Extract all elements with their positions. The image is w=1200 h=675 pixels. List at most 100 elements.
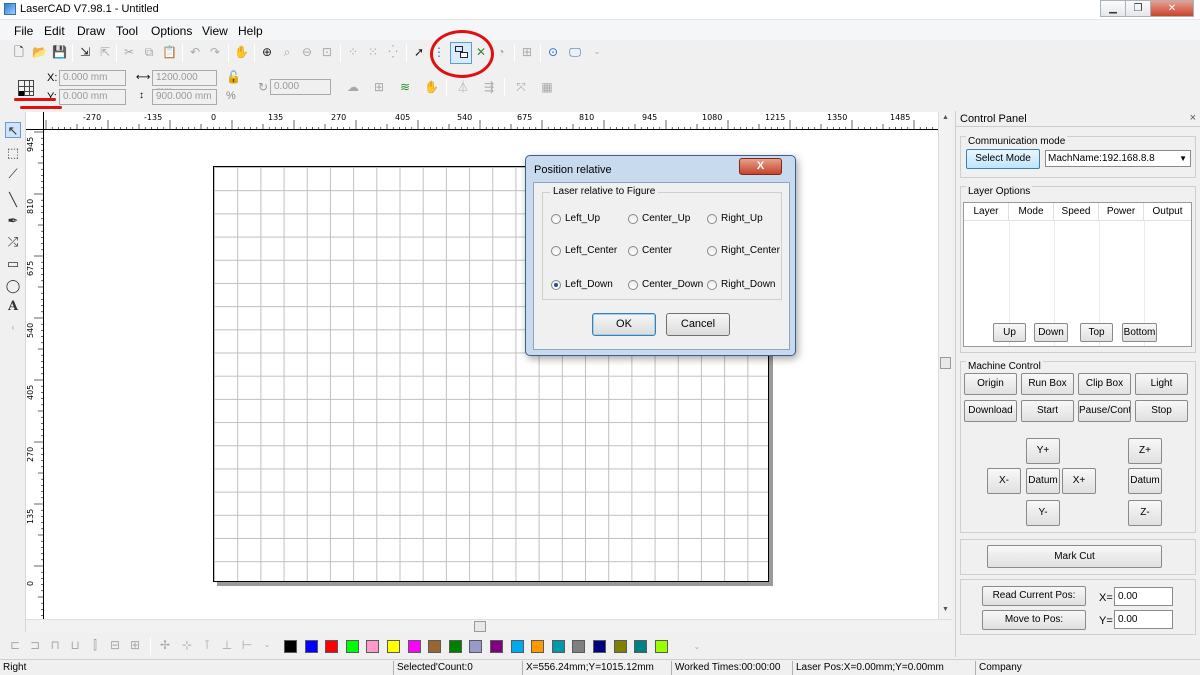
radio-left-center[interactable]: Left_Center [551,245,617,256]
origin-button[interactable]: Origin [964,373,1017,395]
output-icon[interactable]: ⊞ [520,45,534,59]
menu-file[interactable]: File [14,24,33,38]
open-file-icon[interactable]: 📂 [32,45,47,59]
color-swatch[interactable] [448,640,462,653]
color-swatch[interactable] [613,640,627,653]
clip-box-button[interactable]: Clip Box [1078,373,1131,395]
light-button[interactable]: Light [1135,373,1188,395]
jog-y-minus-button[interactable]: Y- [1026,500,1060,526]
align-center-v-icon[interactable]: ⫿ [88,638,102,652]
undo-icon[interactable]: ↶ [188,45,202,59]
same-width-icon[interactable]: ✢ [158,638,172,652]
percent-toggle[interactable]: % [226,90,236,102]
stop-button[interactable]: Stop [1135,400,1188,422]
hatch-icon[interactable]: ▦ [540,80,554,94]
reference-point-icon[interactable] [18,80,34,96]
radio-center-up[interactable]: Center_Up [628,213,690,224]
jog-z-minus-button[interactable]: Z- [1128,500,1162,526]
download-button[interactable]: Download [964,400,1017,422]
strip-overflow-icon[interactable]: ‹ [5,320,21,336]
color-swatch[interactable] [572,640,586,653]
align-left-icon[interactable]: ⊏ [8,638,22,652]
menu-draw[interactable]: Draw [77,24,105,38]
rectangle-tool-icon[interactable]: ▭ [5,256,21,272]
radio-center[interactable]: Center [628,245,672,256]
cut-path-icon[interactable]: ➚ [412,45,426,59]
y-position-field[interactable]: 0.000 mm [59,89,126,105]
jog-x-plus-button[interactable]: X+ [1062,468,1096,494]
color-swatch[interactable] [634,640,648,653]
vertical-scroll-thumb[interactable] [940,357,951,369]
distribute-v-icon[interactable]: ⊢ [240,638,254,652]
color-swatch[interactable] [593,640,606,653]
import-icon[interactable]: ⇲ [78,45,92,59]
align-right-icon[interactable]: ⊐ [28,638,42,652]
menu-tool[interactable]: Tool [116,24,138,38]
rotate-angle-field[interactable]: 0.000 [270,79,331,95]
horizontal-scroll-thumb[interactable] [474,621,486,632]
ellipse-tool-icon[interactable]: ◯ [5,278,21,294]
zoom-in-icon[interactable]: ⊕ [260,45,274,59]
radio-left-down[interactable]: Left_Down [551,279,613,290]
control-panel-close-icon[interactable]: × [1190,112,1196,124]
pen-tool-icon[interactable]: ✒ [5,213,21,229]
redo-icon[interactable]: ↷ [208,45,222,59]
dialog-close-button[interactable]: X [739,158,782,175]
flip-vertical-icon[interactable]: ⏃ [456,80,470,94]
color-swatch[interactable] [654,640,668,653]
monitor-icon[interactable]: 🖵 [568,45,582,59]
pos-x-input[interactable]: 0.00 [1114,587,1173,606]
layer-stack-icon[interactable]: ≋ [398,80,412,94]
color-swatch[interactable] [531,640,545,653]
move-to-pos-button[interactable]: Move to Pos: [982,610,1086,630]
paste-icon[interactable]: 📋 [162,45,177,59]
cut-icon[interactable]: ✂ [122,45,136,59]
menu-help[interactable]: Help [238,24,263,38]
align-center-icon[interactable]: ⊞ [128,638,142,652]
start-button[interactable]: Start [1021,400,1074,422]
select-arrow-icon[interactable]: ↖ [5,122,21,138]
read-current-pos-button[interactable]: Read Current Pos: [982,586,1086,606]
zoom-out-icon[interactable]: ⊖ [300,45,314,59]
mark-cut-button[interactable]: Mark Cut [987,545,1162,568]
jog-x-minus-button[interactable]: X- [987,468,1021,494]
select-mode-button[interactable]: Select Mode [966,149,1040,169]
flip-horizontal-icon[interactable]: ⇶ [482,80,496,94]
vertical-scrollbar[interactable]: ▲ ▼ [938,112,952,620]
layer-top-button[interactable]: Top [1080,323,1113,342]
color-swatch[interactable] [387,640,400,653]
jog-y-plus-button[interactable]: Y+ [1026,438,1060,464]
color-swatch[interactable] [304,640,318,653]
machine-name-select[interactable]: MachName:192.168.8.8 ▼ [1045,150,1191,167]
radio-center-down[interactable]: Center_Down [628,279,703,290]
align-center-h-icon[interactable]: ⊟ [108,638,122,652]
save-icon[interactable]: 💾 [52,45,67,59]
close-window-button[interactable]: ✕ [1150,0,1194,17]
pan-hand-icon[interactable]: ✋ [234,45,249,59]
horizontal-scrollbar[interactable] [26,619,952,633]
z-datum-button[interactable]: Datum [1128,468,1162,494]
color-swatch[interactable] [551,640,565,653]
layer-down-button[interactable]: Down [1034,323,1068,342]
layer-up-button[interactable]: Up [993,323,1026,342]
menu-edit[interactable]: Edit [44,24,65,38]
distribute-h-icon[interactable]: ⊥ [220,638,234,652]
ungroup-icon[interactable]: ⁛ [386,45,400,59]
radio-right-up[interactable]: Right_Up [707,213,763,224]
layer-bottom-button[interactable]: Bottom [1122,323,1157,342]
palette-overflow-icon[interactable]: ⌄ [690,640,704,654]
radio-left-up[interactable]: Left_Up [551,213,600,224]
run-box-button[interactable]: Run Box [1021,373,1074,395]
node-edit-tool-icon[interactable]: ⟋ [5,166,21,182]
color-swatch[interactable] [325,640,339,653]
height-field[interactable]: 900.000 mm [152,89,217,105]
same-height-icon[interactable]: ⊹ [180,638,194,652]
hand-tool-icon[interactable]: ✋ [424,80,439,94]
pause-continue-button[interactable]: Pause/Continue [1078,400,1131,422]
color-swatch[interactable] [366,640,380,653]
minimize-button[interactable]: ▁ [1100,0,1126,17]
align-bottom-icon[interactable]: ⊔ [68,638,82,652]
color-swatch[interactable] [428,640,442,653]
x-position-field[interactable]: 0.000 mm [59,70,126,86]
width-field[interactable]: 1200.000 mm [152,70,217,97]
